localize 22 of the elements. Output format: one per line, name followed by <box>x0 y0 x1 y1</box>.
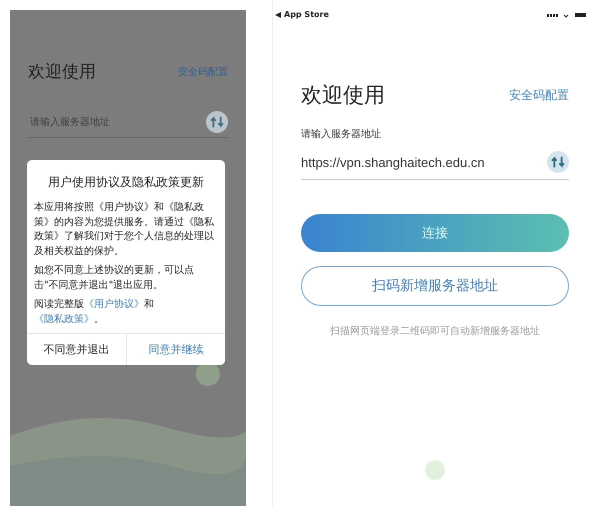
server-field[interactable]: https://vpn.shanghaitech.edu.cn <box>301 154 521 170</box>
security-code-link[interactable]: 安全码配置 <box>509 86 569 104</box>
welcome-title: 欢迎使用 <box>28 61 96 83</box>
server-field[interactable]: 请输入服务器地址 <box>28 116 182 128</box>
back-link[interactable]: App Store <box>284 10 329 19</box>
back-arrow-icon[interactable] <box>275 12 281 18</box>
connect-button[interactable]: 连接 <box>301 214 569 252</box>
field-label: 请输入服务器地址 <box>301 128 382 141</box>
read-full-text: 阅读完整版《用户协议》和 《隐私政策》。 <box>34 298 155 326</box>
status-icons <box>547 10 587 18</box>
dialog-title: 用户使用协议及隐私政策更新 <box>47 174 205 191</box>
dialog-paragraph: 本应用将按照《用户协议》和《隐私政策》的内容为您提供服务。请通过《隐私政策》了解我们对于您个人信息的处理以及相关权益的保护。 <box>34 201 215 258</box>
welcome-title: 欢迎使用 <box>301 82 385 109</box>
swap-icon[interactable] <box>206 111 228 133</box>
hint-text: 扫描网页端登录二维码即可自动新增服务器地址 <box>329 324 541 338</box>
policy-link[interactable]: 《隐私政策》 <box>34 314 94 324</box>
scan-button[interactable]: 扫码新增服务器地址 <box>301 266 569 306</box>
agree-button[interactable]: 同意并继续 <box>126 334 225 365</box>
decorative-circle-icon <box>425 460 445 480</box>
dialog-paragraph: 如您不同意上述协议的更新，可以点击"不同意并退出"退出应用。 <box>34 264 195 292</box>
policy-link[interactable]: 《用户协议》 <box>84 299 144 310</box>
swap-icon[interactable] <box>547 151 569 173</box>
